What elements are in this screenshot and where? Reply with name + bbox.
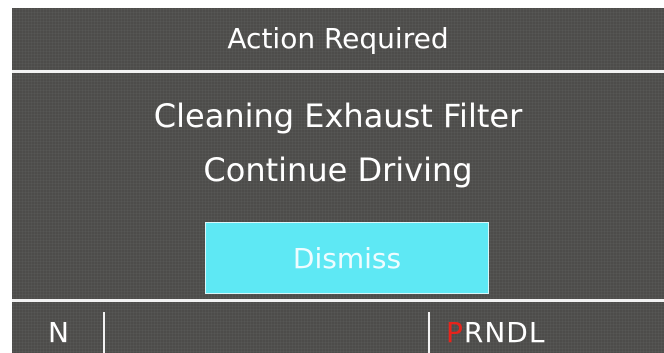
status-separator-right bbox=[428, 312, 430, 353]
display-screen: Action Required Cleaning Exhaust Filter … bbox=[12, 8, 664, 353]
status-separator-left bbox=[103, 312, 105, 353]
message-line-2: Continue Driving bbox=[203, 151, 473, 189]
status-bar: N PRNDL bbox=[12, 302, 664, 353]
gear-indicator-left: N bbox=[48, 316, 69, 349]
header-divider bbox=[12, 70, 664, 73]
gear-active-letter: P bbox=[446, 316, 464, 349]
gear-other-letters: RNDL bbox=[463, 316, 546, 349]
gear-selector: PRNDL bbox=[446, 316, 545, 349]
message-line-1: Cleaning Exhaust Filter bbox=[153, 97, 523, 135]
dismiss-button[interactable]: Dismiss bbox=[205, 222, 489, 294]
header-title: Action Required bbox=[227, 21, 449, 55]
